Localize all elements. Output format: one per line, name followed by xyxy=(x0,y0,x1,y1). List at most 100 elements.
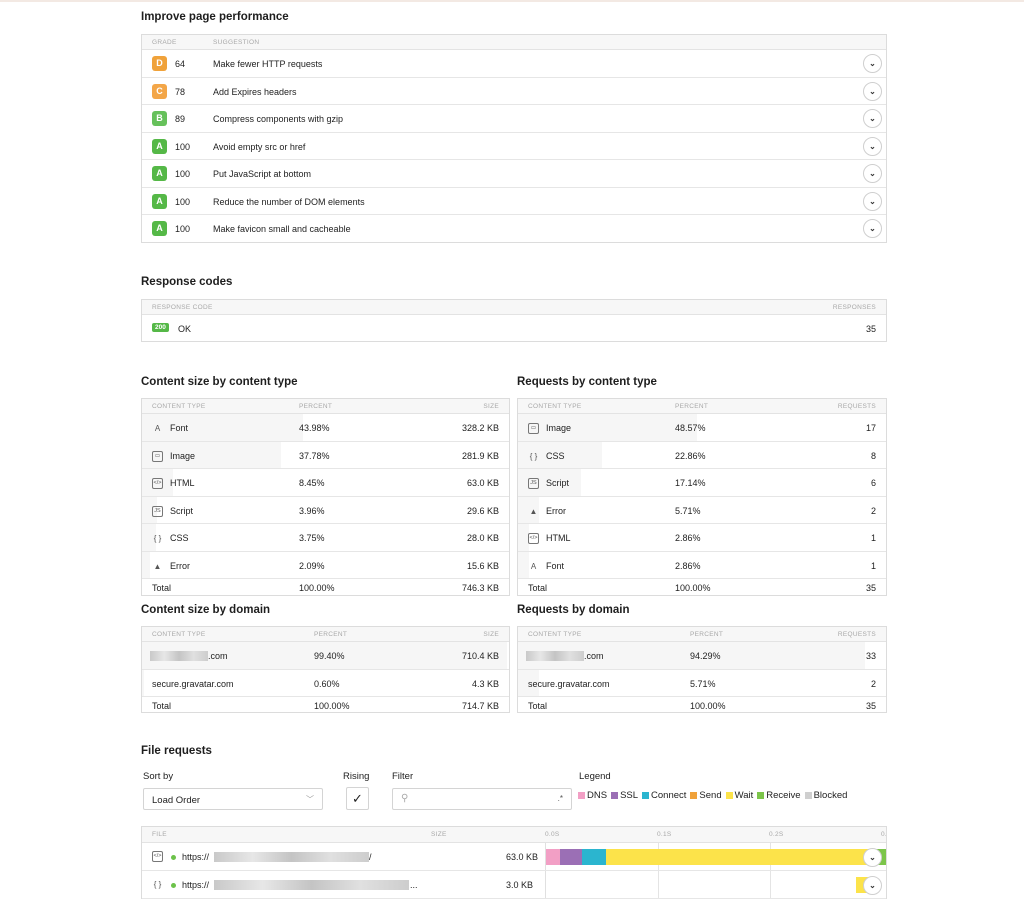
rising-checkbox[interactable]: ✓ xyxy=(346,787,369,810)
total-value: 35 xyxy=(865,701,876,711)
legend-text: Receive xyxy=(766,790,801,801)
sort-by-label: Sort by xyxy=(143,771,174,782)
legend-text: Wait xyxy=(734,790,754,801)
suggestion-row[interactable]: B 89 Compress components with gzip ⌄ xyxy=(142,105,886,133)
sort-by-value: Load Order xyxy=(152,795,201,806)
timing-segment xyxy=(560,849,582,865)
expand-chevron-icon[interactable]: ⌄ xyxy=(863,219,882,238)
suggestion-row[interactable]: A 100 Avoid empty src or href ⌄ xyxy=(142,133,886,160)
table-row: JS Script 17.14% 6 xyxy=(518,469,886,497)
file-request-row[interactable]: </> https:// / 63.0 KB ⌄ xyxy=(142,843,886,871)
grade-score: 100 xyxy=(175,169,191,179)
timing-segment xyxy=(546,849,560,865)
col-value: REQUESTS xyxy=(837,631,876,638)
expand-chevron-icon[interactable]: ⌄ xyxy=(863,81,882,101)
row-value: 328.2 KB xyxy=(461,423,499,433)
total-percent: 100.00% xyxy=(299,583,335,593)
percent-value: 94.29% xyxy=(690,651,721,661)
domain-name: secure.gravatar.com xyxy=(152,678,234,689)
share-bar xyxy=(142,414,304,441)
legend-text: SSL xyxy=(620,790,639,801)
type-name: Error xyxy=(170,560,190,571)
sort-by-select[interactable]: Load Order ﹀ xyxy=(143,788,323,810)
table-row: ▭ Image 48.57% 17 xyxy=(518,414,886,442)
suggestion-row[interactable]: C 78 Add Expires headers ⌄ xyxy=(142,78,886,105)
timing-legend: DNS SSL Connect Send Wait Receive Blocked xyxy=(577,790,850,801)
total-percent: 100.00% xyxy=(314,701,350,711)
timeline-tick-label: 0.0s xyxy=(545,831,560,838)
col-value: SIZE xyxy=(483,403,499,410)
table-row: A Font 43.98% 328.2 KB xyxy=(142,414,509,442)
grade-badge: A xyxy=(152,166,167,181)
html-icon: </> xyxy=(152,478,163,489)
suggestion-row[interactable]: A 100 Put JavaScript at bottom ⌄ xyxy=(142,160,886,188)
expand-chevron-icon[interactable]: ⌄ xyxy=(863,54,882,73)
regex-toggle[interactable]: .* xyxy=(558,794,563,803)
row-value: 1 xyxy=(870,560,876,571)
row-value: 33 xyxy=(865,651,876,661)
file-url: https:// xyxy=(182,852,210,862)
performance-table: GRADE SUGGESTION D 64 Make fewer HTTP requ… xyxy=(141,34,887,243)
filter-input[interactable]: ⚲ .* xyxy=(392,788,572,810)
suggestion-row[interactable]: A 100 Reduce the number of DOM elements ⌄ xyxy=(142,188,886,215)
file-request-row[interactable]: { } https://... 3.0 KB ⌄ xyxy=(142,871,886,899)
row-value: 29.6 KB xyxy=(466,505,499,516)
col-responses: RESPONSES xyxy=(832,304,876,311)
file-size: 3.0 KB xyxy=(506,880,534,890)
col-percent: PERCENT xyxy=(314,631,348,638)
legend-item-receive: Receive xyxy=(756,790,801,801)
col-content-type: CONTENT TYPE xyxy=(528,403,582,410)
expand-chevron-icon[interactable]: ⌄ xyxy=(863,136,882,156)
percent-value: 22.86% xyxy=(675,450,706,461)
type-name: Font xyxy=(546,560,565,571)
expand-chevron-icon[interactable]: ⌄ xyxy=(863,164,882,183)
total-value: 35 xyxy=(865,583,876,593)
expand-chevron-icon[interactable]: ⌄ xyxy=(863,876,882,895)
script-icon: JS xyxy=(528,478,539,489)
suggestion-text: Add Expires headers xyxy=(213,86,297,97)
row-value: 28.0 KB xyxy=(466,533,499,543)
percent-value: 99.40% xyxy=(314,651,345,661)
expand-chevron-icon[interactable]: ⌄ xyxy=(863,109,882,128)
content-size-domain-table: CONTENT TYPE PERCENT SIZE .com 99.40% 710.4 K… xyxy=(141,626,510,713)
warning-icon: ▲ xyxy=(153,561,162,571)
total-label: Total xyxy=(528,701,548,711)
percent-value: 8.45% xyxy=(299,478,325,488)
table-row: ▲ Error 2.09% 15.6 KB xyxy=(142,551,509,579)
total-value: 746.3 KB xyxy=(461,583,499,593)
expand-chevron-icon[interactable]: ⌄ xyxy=(863,191,882,211)
requests-domain-table: CONTENT TYPE PERCENT REQUESTS .com 94.29% 33 s… xyxy=(517,626,887,713)
chevron-down-icon: ﹀ xyxy=(306,795,314,804)
col-percent: PERCENT xyxy=(675,403,709,410)
search-icon: ⚲ xyxy=(401,793,409,804)
expand-chevron-icon[interactable]: ⌄ xyxy=(863,848,882,867)
font-icon: A xyxy=(154,424,161,433)
suggestion-row[interactable]: D 64 Make fewer HTTP requests ⌄ xyxy=(142,50,886,78)
col-size: SIZE xyxy=(431,831,447,838)
type-name: Image xyxy=(170,450,196,461)
script-icon: JS xyxy=(152,505,163,517)
section-title-content-size-domain: Content size by domain xyxy=(141,604,271,616)
suggestion-row[interactable]: A 100 Make favicon small and cacheable ⌄ xyxy=(142,215,886,243)
table-row: 200 OK 35 xyxy=(142,315,886,343)
percent-value: 2.86% xyxy=(675,560,701,571)
table-row: .com 99.40% 710.4 KB xyxy=(142,642,509,670)
type-name: HTML xyxy=(546,533,571,543)
section-title-file-requests: File requests xyxy=(141,745,212,757)
content-size-type-table: CONTENT TYPE PERCENT SIZE A Font 43.98% 328.2 … xyxy=(141,398,510,596)
share-bar xyxy=(142,669,145,696)
table-row: JS Script 3.96% 29.6 KB xyxy=(142,496,509,524)
percent-value: 2.86% xyxy=(675,533,701,543)
table-row: ▭ Image 37.78% 281.9 KB xyxy=(142,441,509,469)
percent-value: 37.78% xyxy=(299,450,330,461)
response-codes-table: RESPONSE CODE RESPONSES 200 OK 35 xyxy=(141,299,887,342)
legend-item-blocked: Blocked xyxy=(804,790,847,801)
grade-badge: B xyxy=(152,111,167,126)
section-title-requests-domain: Requests by domain xyxy=(517,604,630,616)
col-suggestion: SUGGESTION xyxy=(213,39,260,46)
domain-name: secure.gravatar.com xyxy=(528,678,610,689)
row-value: 6 xyxy=(870,478,876,488)
table-header: RESPONSE CODE RESPONSES xyxy=(142,300,886,315)
legend-text: Connect xyxy=(651,790,687,801)
css-icon: { } xyxy=(529,451,538,461)
